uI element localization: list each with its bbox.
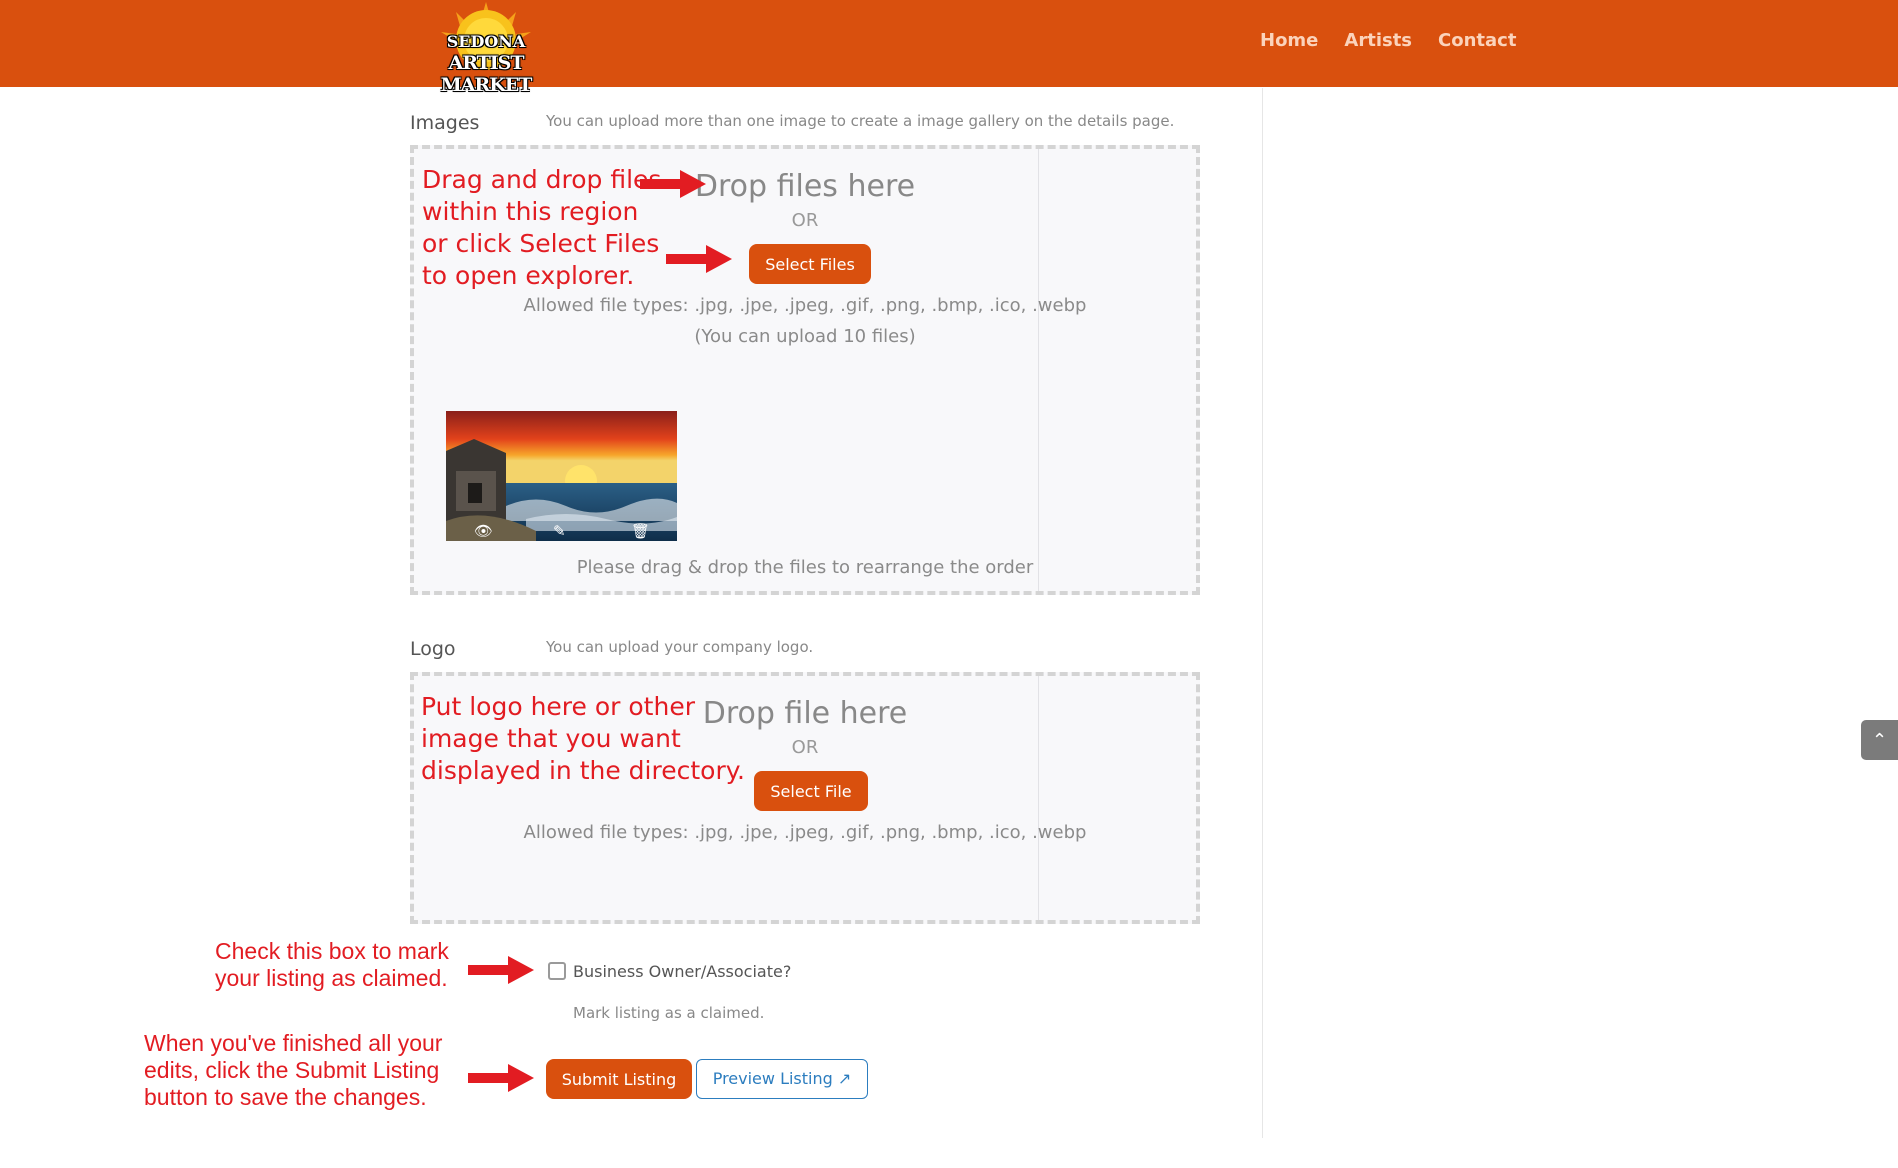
annotation-line: edits, click the Submit Listing — [144, 1057, 440, 1083]
annotation-line: image that you want — [421, 724, 681, 753]
annotation-images: Drag and drop files within this region o… — [422, 164, 661, 292]
site-logo[interactable]: SEDONA ARTIST MARKET — [416, 2, 556, 96]
business-owner-checkbox[interactable] — [548, 962, 566, 980]
edit-icon[interactable]: ✎ — [553, 523, 566, 541]
scroll-to-top-button[interactable]: ⌃ — [1861, 720, 1898, 760]
select-files-button[interactable]: Select Files — [749, 244, 871, 284]
business-owner-label[interactable]: Business Owner/Associate? — [573, 962, 791, 981]
annotation-line: button to save the changes. — [144, 1084, 427, 1110]
logo-text-top: SEDONA — [446, 32, 526, 51]
main-nav: Home Artists Contact — [1260, 30, 1542, 51]
annotation-line: When you've finished all your — [144, 1030, 443, 1056]
nav-home[interactable]: Home — [1260, 30, 1318, 51]
images-allowed-types: Allowed file types: .jpg, .jpe, .jpeg, .… — [523, 295, 1087, 316]
preview-listing-label: Preview Listing — [712, 1069, 833, 1088]
annotation-line: to open explorer. — [422, 261, 635, 290]
annotation-line: your listing as claimed. — [215, 965, 448, 991]
logo-description: You can upload your company logo. — [546, 638, 814, 656]
external-link-icon: ↗ — [837, 1069, 852, 1088]
arrow-right-icon — [468, 956, 534, 984]
annotation-logo: Put logo here or other image that you wa… — [421, 691, 745, 787]
arrow-right-icon — [640, 170, 706, 198]
annotation-line: or click Select Files — [422, 229, 660, 258]
preview-listing-button[interactable]: Preview Listing ↗ — [696, 1059, 868, 1099]
annotation-line: Drag and drop files — [422, 165, 662, 194]
chevron-up-icon: ⌃ — [1871, 730, 1888, 750]
site-header: SEDONA ARTIST MARKET Home Artists Contac… — [0, 0, 1898, 96]
reorder-hint: Please drag & drop the files to rearrang… — [576, 557, 1034, 578]
select-file-button[interactable]: Select File — [754, 771, 868, 811]
trash-icon[interactable]: 🗑 — [631, 523, 650, 541]
sunset-image — [446, 411, 677, 541]
annotation-line: Put logo here or other — [421, 692, 695, 721]
claim-help-text: Mark listing as a claimed. — [573, 1004, 765, 1022]
logo-text-bottom: ARTIST MARKET — [440, 52, 533, 96]
annotation-submit: When you've finished all your edits, cli… — [144, 1030, 442, 1111]
annotation-line: Check this box to mark — [215, 938, 449, 964]
annotation-line: displayed in the directory. — [421, 756, 745, 785]
eye-icon[interactable]: 👁 — [474, 523, 493, 541]
thumbnail-toolbar: 👁 ✎ 🗑 — [446, 523, 677, 541]
images-upload-limit: (You can upload 10 files) — [694, 326, 916, 347]
arrow-right-icon — [666, 245, 732, 273]
uploaded-image-thumbnail[interactable]: 👁 ✎ 🗑 — [446, 411, 677, 541]
nav-contact[interactable]: Contact — [1438, 30, 1516, 51]
nav-artists[interactable]: Artists — [1344, 30, 1412, 51]
logo-label: Logo — [410, 638, 456, 660]
submit-listing-button[interactable]: Submit Listing — [546, 1059, 692, 1099]
annotation-claim: Check this box to mark your listing as c… — [215, 938, 449, 992]
arrow-right-icon — [468, 1064, 534, 1092]
logo-allowed-types: Allowed file types: .jpg, .jpe, .jpeg, .… — [523, 822, 1087, 843]
images-label: Images — [410, 112, 480, 134]
annotation-line: within this region — [422, 197, 639, 226]
images-description: You can upload more than one image to cr… — [546, 112, 1175, 130]
sidebar-divider — [1262, 88, 1263, 1138]
